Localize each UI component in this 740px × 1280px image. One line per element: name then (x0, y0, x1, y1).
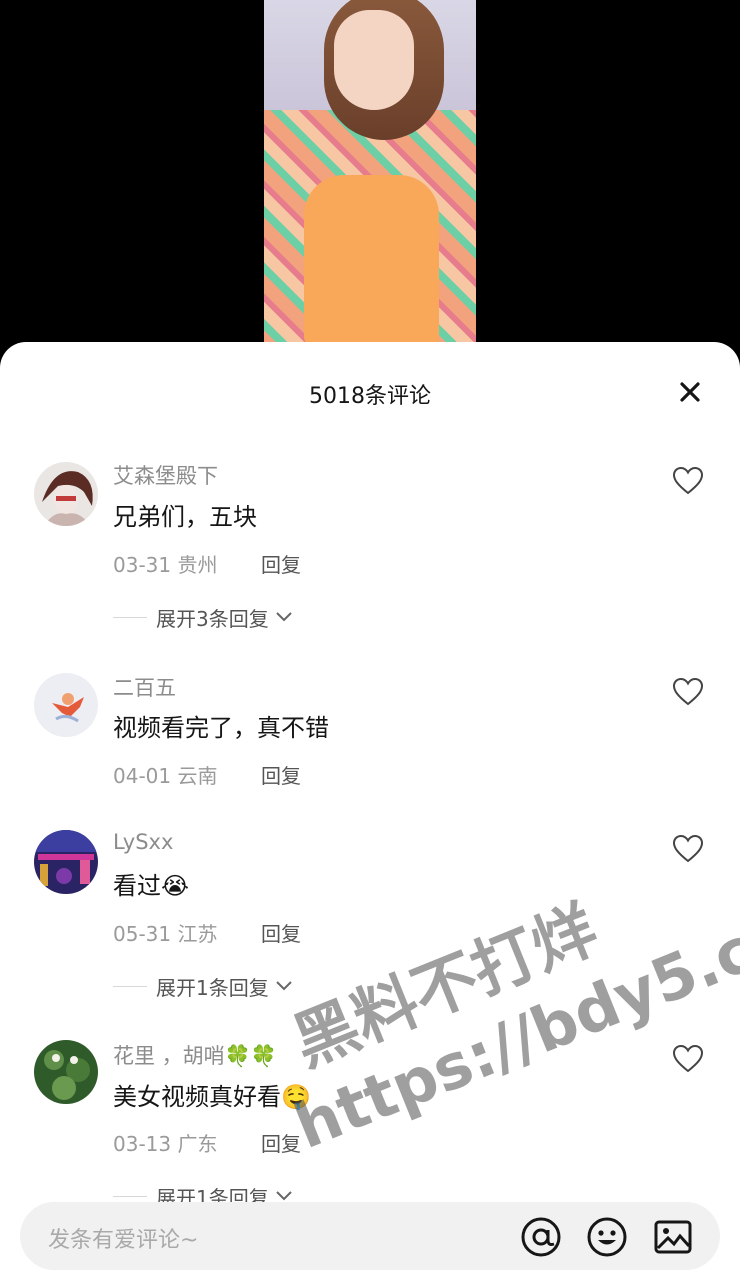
heart-outline-icon[interactable] (672, 834, 704, 864)
avatar[interactable] (34, 673, 98, 737)
divider (113, 985, 147, 987)
comment-date: 03-31 (113, 553, 172, 577)
comment-text-body: 看过 (113, 872, 161, 900)
chevron-down-icon (276, 981, 292, 991)
comment-meta: 03-31 贵州 (113, 549, 217, 578)
video-preview[interactable] (264, 0, 476, 345)
comment-location: 云南 (177, 764, 218, 788)
heart-outline-icon[interactable] (672, 1044, 704, 1074)
smiley-icon[interactable] (586, 1216, 628, 1258)
comment-input-bar: 发条有爱评论~ (20, 1202, 720, 1270)
avatar[interactable] (34, 830, 98, 894)
chevron-down-icon (276, 612, 292, 622)
reply-button[interactable]: 回复 (261, 549, 301, 578)
username[interactable]: 花里 ，胡哨🍀🍀 (113, 1040, 277, 1070)
comment-date: 03-13 (113, 1132, 172, 1156)
comment-location: 广东 (177, 1132, 218, 1156)
drool-emoji: 🤤 (281, 1083, 311, 1111)
username-text: 花里 ，胡哨 (113, 1044, 225, 1068)
comment-text: 兄弟们，五块 (113, 503, 257, 531)
comment-meta: 04-01 云南 (113, 760, 217, 789)
avatar[interactable] (34, 1040, 98, 1104)
reply-button[interactable]: 回复 (261, 918, 301, 947)
comment-input[interactable]: 发条有爱评论~ (48, 1222, 198, 1254)
avatar[interactable] (34, 462, 98, 526)
username[interactable]: LySxx (113, 830, 173, 854)
chevron-down-icon (276, 1191, 292, 1201)
at-icon[interactable] (520, 1216, 562, 1258)
username[interactable]: 二百五 (113, 672, 176, 702)
comment-sheet: 5018条评论 艾森堡殿下 兄弟们，五块 03-31 贵州 回复 展开3条回复 (0, 342, 740, 1280)
comment-text: 美女视频真好看🤤 (113, 1077, 311, 1112)
expand-replies-button[interactable]: 展开1条回复 (113, 974, 293, 1000)
comment-text-body: 美女视频真好看 (113, 1083, 281, 1111)
comment-meta: 03-13 广东 (113, 1128, 217, 1157)
comment-meta: 05-31 江苏 (113, 918, 217, 947)
expand-replies-label: 展开3条回复 (156, 606, 269, 631)
comment-location: 江苏 (177, 922, 218, 946)
clover-emoji: 🍀🍀 (224, 1044, 277, 1068)
crying-emoji: 😭 (161, 872, 190, 900)
divider (113, 1195, 147, 1197)
expand-replies-label: 展开1条回复 (156, 975, 269, 1000)
comment-count-title: 5018条评论 (309, 384, 431, 409)
comment-location: 贵州 (177, 553, 218, 577)
close-icon[interactable] (674, 376, 706, 408)
expand-replies-button[interactable]: 展开3条回复 (113, 605, 293, 631)
heart-outline-icon[interactable] (672, 466, 704, 496)
video-face (334, 10, 414, 110)
image-icon[interactable] (652, 1216, 694, 1258)
divider (113, 616, 147, 618)
username[interactable]: 艾森堡殿下 (113, 460, 218, 490)
comment-text: 视频看完了，真不错 (113, 714, 329, 742)
comment-date: 04-01 (113, 764, 172, 788)
reply-button[interactable]: 回复 (261, 760, 301, 789)
video-top (304, 175, 439, 345)
comment-text: 看过😭 (113, 866, 189, 901)
heart-outline-icon[interactable] (672, 677, 704, 707)
reply-button[interactable]: 回复 (261, 1128, 301, 1157)
comment-date: 05-31 (113, 922, 172, 946)
